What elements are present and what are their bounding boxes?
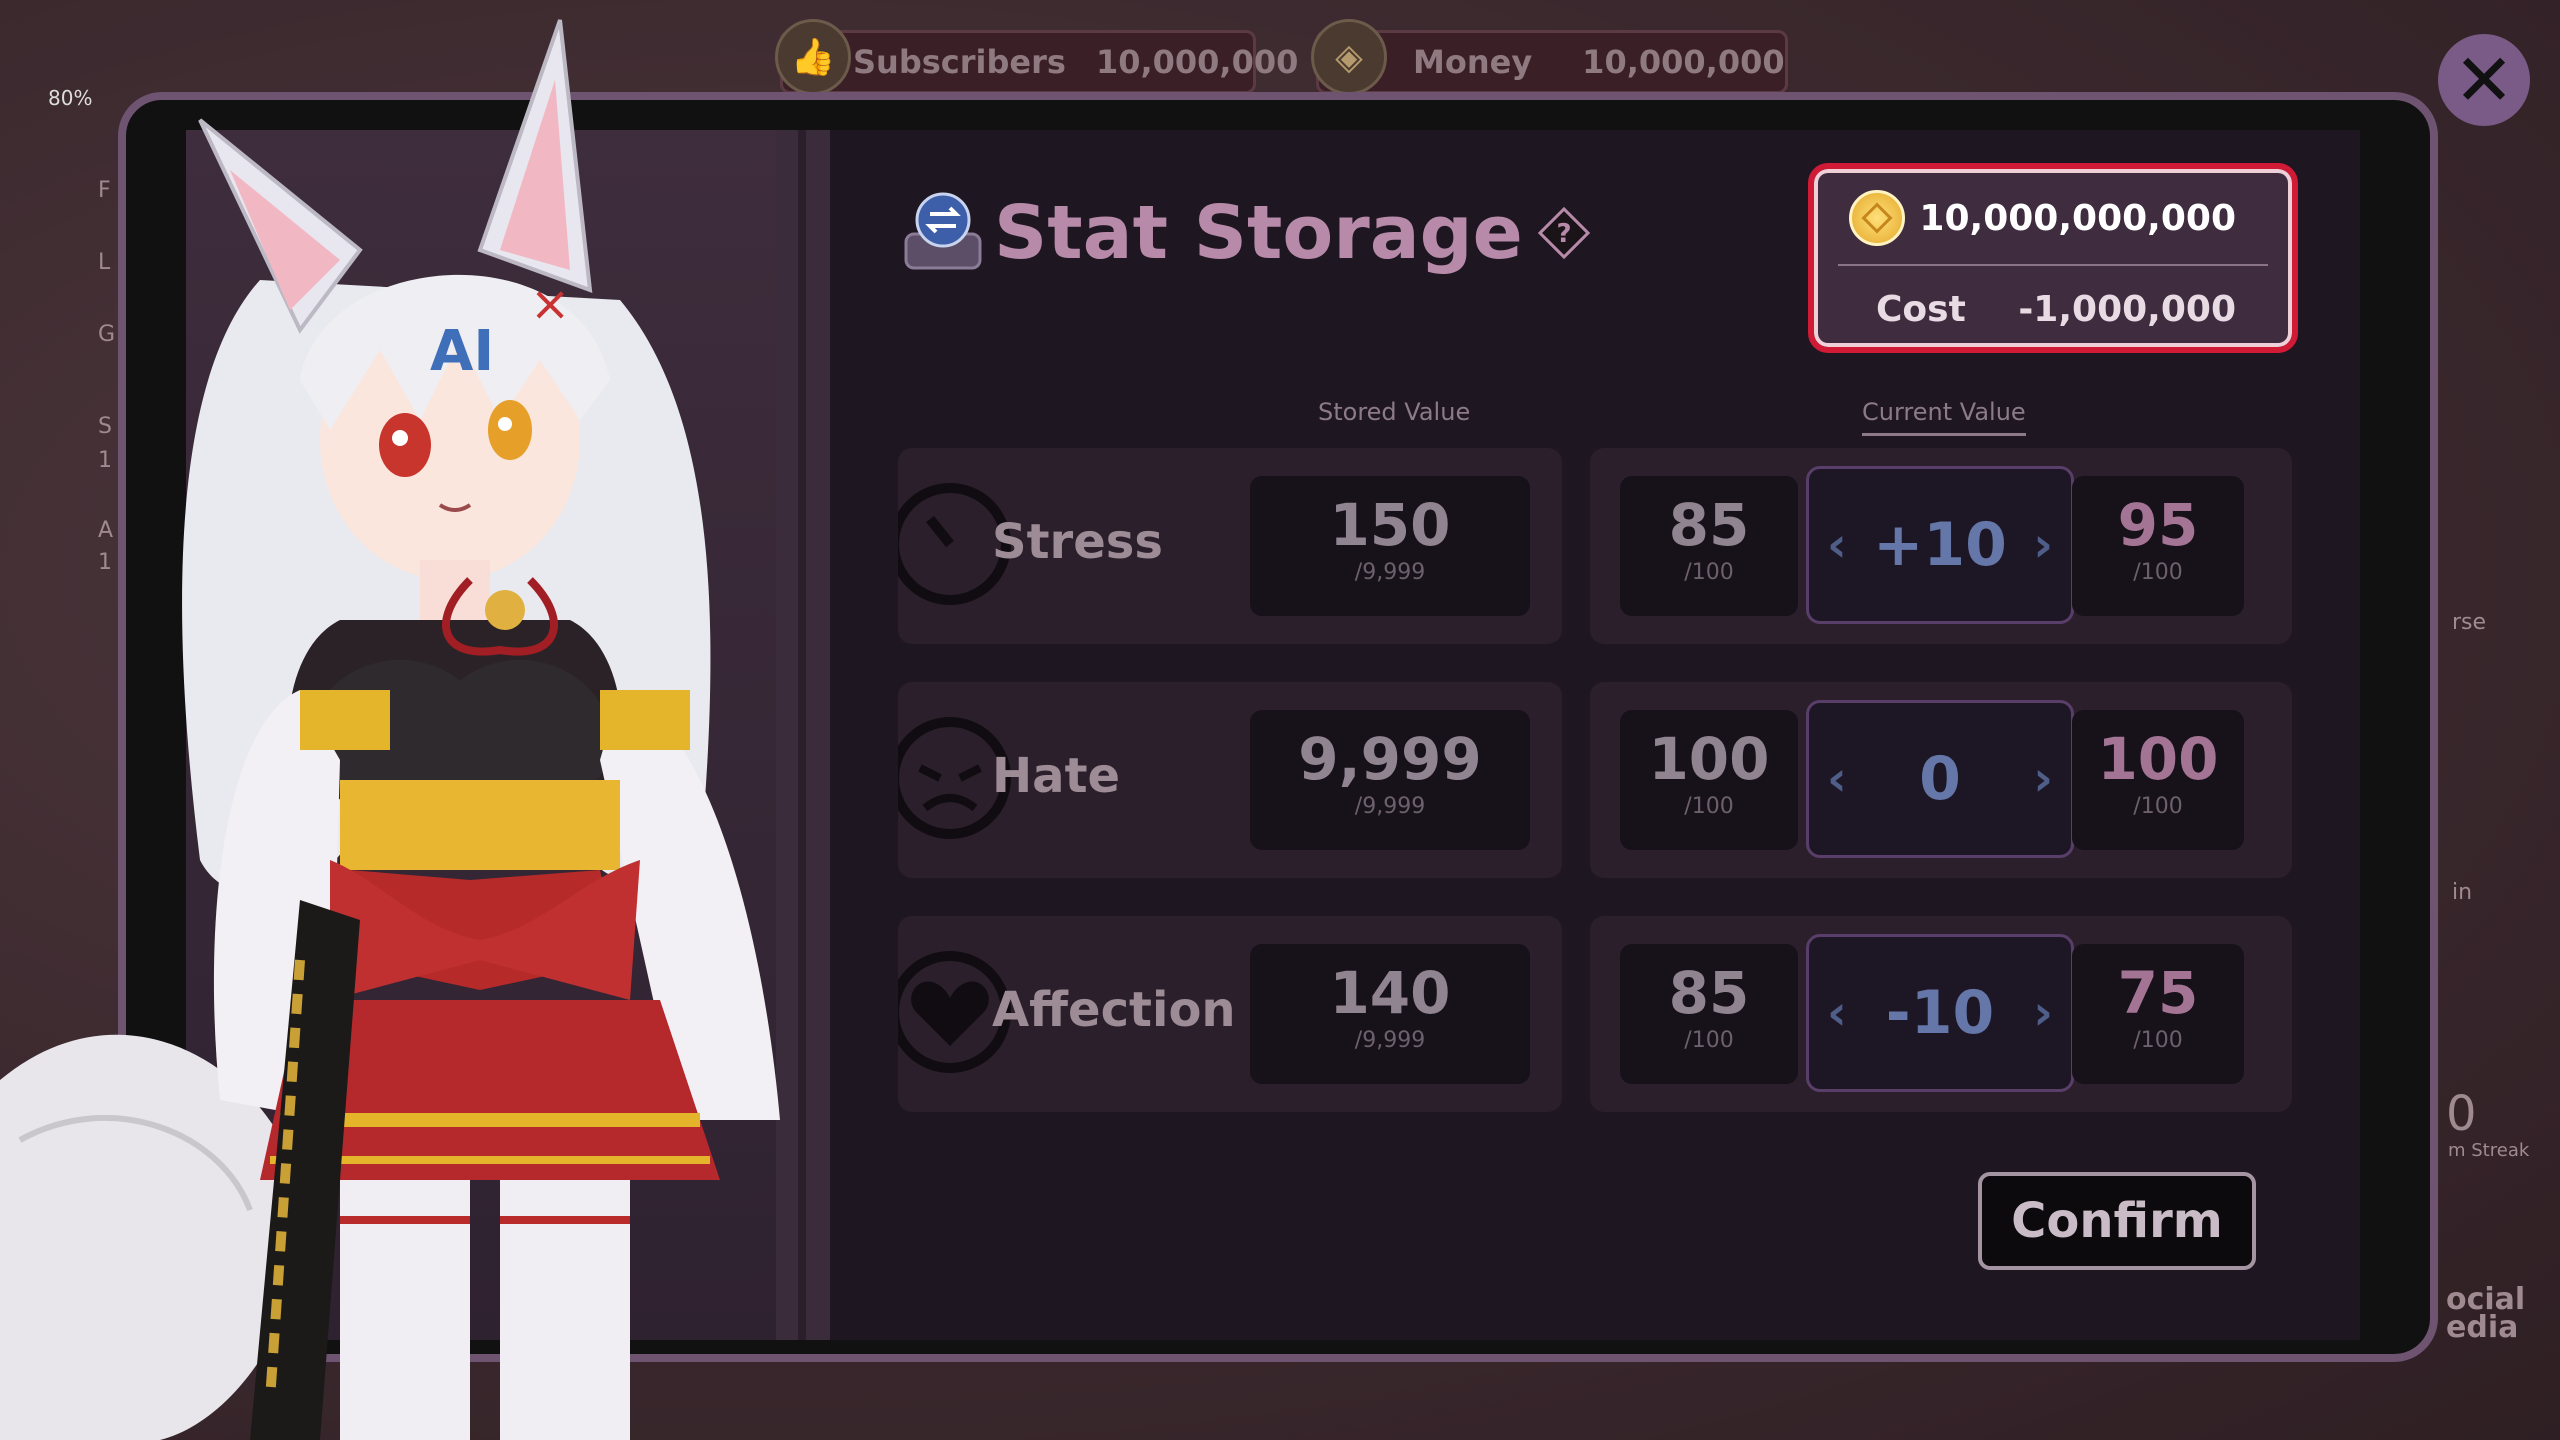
- adjust-value: 0: [1919, 744, 1961, 814]
- svg-text:?: ?: [1556, 219, 1571, 249]
- stat-name: Hate: [992, 748, 1121, 804]
- main-button-fragment[interactable]: in: [2452, 880, 2472, 905]
- current-value-box: 85 /100: [1620, 944, 1798, 1084]
- adjust-value: +10: [1873, 510, 2007, 580]
- current-value-box: 85 /100: [1620, 476, 1798, 616]
- result-value: 75: [2117, 959, 2199, 1027]
- cost-value: -1,000,000: [2018, 288, 2236, 330]
- subscribers-value: 10,000,000: [1095, 43, 1299, 81]
- stat-stored-panel: Hate 9,999 /9,999: [898, 682, 1562, 878]
- stat-current-panel: 85 /100 ‹ -10 › 75 /100: [1590, 916, 2292, 1112]
- result-value-box: 100 /100: [2072, 710, 2244, 850]
- current-max: /100: [1684, 793, 1734, 819]
- fox-girl-character: AI ×: [0, 19, 780, 1440]
- stored-value-box: 140 /9,999: [1250, 944, 1530, 1084]
- stat-row-hate: Hate 9,999 /9,999 100 /100 ‹ 0 › 100 /10…: [898, 682, 2292, 878]
- stat-row-stress: Stress 150 /9,999 85 /100 ‹ +10 › 95 /10…: [898, 448, 2292, 644]
- stored-max: /9,999: [1354, 793, 1426, 819]
- result-max: /100: [2133, 793, 2183, 819]
- cost-label: Cost: [1876, 288, 1966, 330]
- balance-value: 10,000,000,000: [1919, 197, 2236, 239]
- stored-value: 9,999: [1298, 725, 1482, 793]
- adjust-stepper: ‹ 0 ›: [1806, 700, 2074, 858]
- money-bar: ◈ Money 10,000,000: [1311, 19, 1788, 95]
- adjust-stepper: ‹ +10 ›: [1806, 466, 2074, 624]
- stored-value: 150: [1329, 491, 1451, 559]
- coin-icon: [1849, 190, 1906, 246]
- adjust-stepper: ‹ -10 ›: [1806, 934, 2074, 1092]
- streak-count-fragment: 0: [2446, 1086, 2477, 1142]
- current-value: 85: [1668, 491, 1750, 559]
- svg-text:AI: AI: [430, 319, 494, 384]
- result-max: /100: [2133, 1027, 2183, 1053]
- stat-current-panel: 85 /100 ‹ +10 › 95 /100: [1590, 448, 2292, 644]
- stat-transfer-icon: [904, 192, 982, 270]
- increase-arrow-icon[interactable]: ›: [2033, 751, 2053, 807]
- balance-row: 10,000,000,000: [1814, 187, 2292, 249]
- dialog-title: Stat Storage: [994, 190, 1523, 276]
- stored-value-header: Stored Value: [1318, 398, 1471, 426]
- help-icon[interactable]: ?: [1537, 206, 1591, 260]
- result-max: /100: [2133, 559, 2183, 585]
- current-value: 85: [1668, 959, 1750, 1027]
- coin-icon: ◈: [1311, 19, 1387, 95]
- cost-row: Cost -1,000,000: [1876, 281, 2236, 337]
- decrease-arrow-icon[interactable]: ‹: [1827, 985, 1847, 1041]
- money-label: Money: [1413, 43, 1533, 81]
- stat-row-affection: Affection 140 /9,999 85 /100 ‹ -10 › 75 …: [898, 916, 2292, 1112]
- increase-arrow-icon[interactable]: ›: [2033, 985, 2053, 1041]
- stored-max: /9,999: [1354, 1027, 1426, 1053]
- stored-max: /9,999: [1354, 559, 1426, 585]
- social-media-fragment-2[interactable]: edia: [2446, 1310, 2518, 1345]
- curse-button-fragment[interactable]: rse: [2452, 610, 2486, 635]
- result-value-box: 95 /100: [2072, 476, 2244, 616]
- stat-name: Affection: [992, 982, 1236, 1038]
- stat-stored-panel: Affection 140 /9,999: [898, 916, 1562, 1112]
- close-button[interactable]: ✕: [2438, 34, 2530, 126]
- increase-arrow-icon[interactable]: ›: [2033, 517, 2053, 573]
- stored-value-box: 9,999 /9,999: [1250, 710, 1530, 850]
- current-max: /100: [1684, 1027, 1734, 1053]
- current-value: 100: [1648, 725, 1770, 793]
- adjust-value: -10: [1885, 978, 1995, 1048]
- confirm-button[interactable]: Confirm: [1978, 1172, 2256, 1270]
- stored-value-box: 150 /9,999: [1250, 476, 1530, 616]
- result-value-box: 75 /100: [2072, 944, 2244, 1084]
- stat-current-panel: 100 /100 ‹ 0 › 100 /100: [1590, 682, 2292, 878]
- result-value: 95: [2117, 491, 2199, 559]
- stored-value: 140: [1329, 959, 1451, 1027]
- svg-text:×: ×: [530, 276, 570, 332]
- result-value: 100: [2097, 725, 2219, 793]
- decrease-arrow-icon[interactable]: ‹: [1827, 517, 1847, 573]
- dialog-header: Stat Storage ?: [900, 190, 1591, 276]
- stat-name: Stress: [992, 514, 1163, 570]
- streak-label-fragment: m Streak: [2448, 1140, 2530, 1161]
- money-value: 10,000,000: [1582, 43, 1785, 81]
- stat-stored-panel: Stress 150 /9,999: [898, 448, 1562, 644]
- close-icon: ✕: [2453, 38, 2515, 122]
- current-max: /100: [1684, 559, 1734, 585]
- current-value-box: 100 /100: [1620, 710, 1798, 850]
- decrease-arrow-icon[interactable]: ‹: [1827, 751, 1847, 807]
- current-value-header: Current Value: [1862, 398, 2026, 436]
- cost-summary-box: 10,000,000,000 Cost -1,000,000: [1808, 163, 2298, 353]
- balance-separator: [1838, 264, 2268, 266]
